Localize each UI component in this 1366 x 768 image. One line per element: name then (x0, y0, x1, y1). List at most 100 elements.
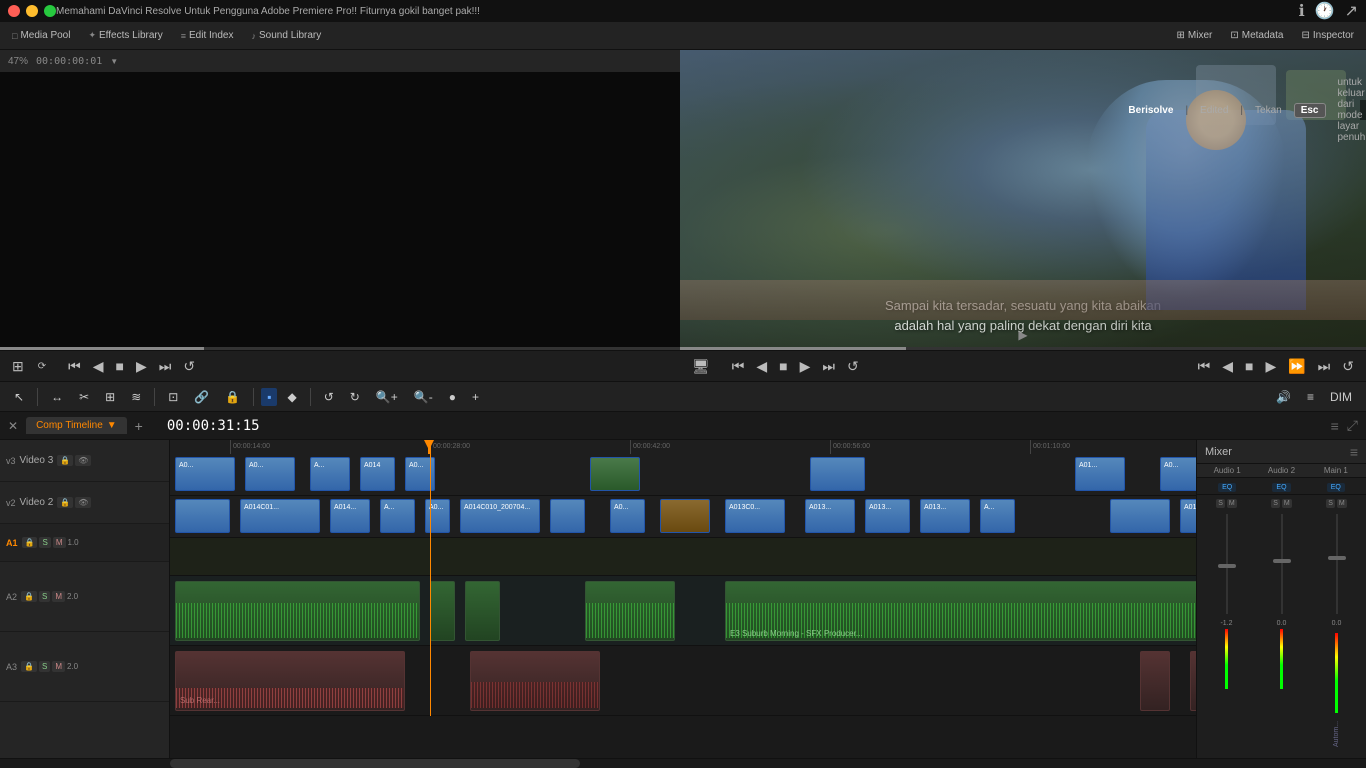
menu-item-sound-library[interactable]: ♪ Sound Library (244, 27, 330, 44)
inspector-button[interactable]: ⊟ Inspector (1293, 27, 1362, 44)
tool-dynamic[interactable]: ≋ (125, 388, 147, 406)
clock-icon[interactable]: 🕐 (1315, 1, 1335, 21)
a2-clip-4[interactable] (585, 581, 675, 641)
tool-zoom-in[interactable]: 🔍+ (370, 388, 404, 406)
menu-item-edit-index[interactable]: ≡ Edit Index (173, 27, 242, 44)
v2-clip-3[interactable]: A014... (330, 499, 370, 533)
a1-s-mixer-btn[interactable]: S (1216, 499, 1225, 508)
a2-s-mixer-btn[interactable]: S (1271, 499, 1280, 508)
tool-dim[interactable]: DIM (1324, 388, 1358, 406)
r-loop-btn2[interactable]: ↺ (1338, 356, 1358, 377)
r-skip-start-btn2[interactable]: ⏮ (1194, 356, 1215, 377)
v3-clip-4[interactable]: A014 (360, 457, 395, 491)
play-btn-left[interactable]: ▶ (132, 356, 151, 377)
stop-btn[interactable]: ■ (112, 356, 128, 376)
a2-clip-3[interactable] (465, 581, 500, 641)
v2-clip-10[interactable]: A013C0... (725, 499, 785, 533)
v2-lock-btn[interactable]: 🔒 (57, 497, 73, 508)
screen-btn[interactable]: ⊞ (8, 356, 28, 377)
r-stop-btn[interactable]: ■ (775, 356, 791, 376)
h-scrollbar-thumb[interactable] (170, 759, 580, 768)
r-prev-btn[interactable]: ◀ (752, 356, 771, 377)
h-scrollbar[interactable] (0, 758, 1366, 768)
a3-clip-1[interactable]: Sub Rear... (175, 651, 405, 711)
a2-m-btn[interactable]: M (52, 591, 65, 602)
a3-lock-btn[interactable]: 🔒 (21, 661, 37, 672)
m1-s-mixer-btn[interactable]: S (1326, 499, 1335, 508)
timeline-options-btn[interactable]: ≡ (1331, 418, 1339, 434)
a3-clip-2[interactable] (470, 651, 600, 711)
v2-clip-9[interactable] (660, 499, 710, 533)
tool-flag[interactable]: ▪ (261, 388, 277, 406)
v3-clip-1[interactable]: A0... (175, 457, 235, 491)
tool-redo[interactable]: ↻ (344, 388, 366, 406)
v3-clip-9[interactable]: A0... (1160, 457, 1196, 491)
a1-m-mixer-btn[interactable]: M (1227, 499, 1237, 508)
v2-clip-12[interactable]: A013... (865, 499, 910, 533)
skip-end-btn[interactable]: ⏭ (155, 356, 176, 377)
v3-clip-6[interactable] (590, 457, 640, 491)
r-skip-end-btn[interactable]: ⏭ (818, 356, 839, 377)
tool-lock[interactable]: 🔒 (219, 388, 246, 406)
v2-clip-16[interactable]: A013C010_2007... (1180, 499, 1196, 533)
a2-clip-1[interactable] (175, 581, 420, 641)
metadata-button[interactable]: ⊡ Metadata (1222, 27, 1291, 44)
add-timeline-btn[interactable]: + (135, 418, 143, 434)
r-loop-btn[interactable]: ↺ (843, 356, 863, 377)
a2-fader-thumb[interactable] (1273, 559, 1291, 563)
tool-vol[interactable]: ≡ (1301, 388, 1320, 406)
tool-cut[interactable]: ✂ (73, 388, 95, 406)
tool-audio[interactable]: 🔊 (1270, 388, 1297, 406)
a1-fader-thumb[interactable] (1218, 564, 1236, 568)
r-prev-btn2[interactable]: ◀ (1218, 356, 1237, 377)
maximize-button[interactable] (44, 5, 56, 17)
v2-clip-8[interactable]: A0... (610, 499, 645, 533)
r-play-btn2[interactable]: ▶ (1261, 356, 1280, 377)
tool-zoom-out[interactable]: 🔍- (408, 388, 439, 406)
dropdown-arrow[interactable]: ▼ (110, 57, 118, 66)
v2-clip-11[interactable]: A013... (805, 499, 855, 533)
r-skip-start-btn[interactable]: ⏮ (728, 356, 749, 377)
skip-start-btn[interactable]: ⏮ (64, 356, 85, 377)
timeline-tab[interactable]: Comp Timeline ▼ (26, 417, 127, 434)
r-play-btn[interactable]: ▶ (796, 356, 815, 377)
tool-snap[interactable]: ⊡ (162, 388, 184, 406)
mixer-options-btn[interactable]: ≡ (1350, 444, 1358, 460)
a2-lock-btn[interactable]: 🔒 (21, 591, 37, 602)
close-timeline-btn[interactable]: ✕ (8, 419, 18, 433)
mixer-button[interactable]: ⊞ Mixer (1169, 27, 1221, 44)
info-icon[interactable]: ℹ (1299, 1, 1305, 21)
close-button[interactable] (8, 5, 20, 17)
v2-clip-14[interactable]: A... (980, 499, 1015, 533)
tool-dot[interactable]: ● (443, 388, 462, 406)
v2-clip-1[interactable] (175, 499, 230, 533)
minimize-button[interactable] (26, 5, 38, 17)
share-icon[interactable]: ↗ (1345, 1, 1358, 21)
m1-fader-thumb[interactable] (1328, 556, 1346, 560)
tool-link[interactable]: 🔗 (188, 388, 215, 406)
tool-multicam[interactable]: ⊞ (99, 388, 121, 406)
r-fwd-btn[interactable]: ⏩ (1284, 356, 1309, 377)
a3-s-btn[interactable]: S (39, 661, 50, 672)
timeline-expand-btn[interactable]: ⤢ (1347, 417, 1358, 434)
monitor-btn[interactable]: 🖥 (688, 356, 714, 377)
m1-m-mixer-btn[interactable]: M (1337, 499, 1347, 508)
v2-clip-13[interactable]: A013... (920, 499, 970, 533)
r-skip-end-btn2[interactable]: ⏭ (1314, 356, 1335, 377)
v3-clip-3[interactable]: A... (310, 457, 350, 491)
loop-btn[interactable]: ⟳ (34, 359, 50, 374)
r-stop-btn2[interactable]: ■ (1241, 356, 1257, 376)
tool-marker[interactable]: ◆ (281, 388, 302, 406)
a3-clip-4[interactable] (1190, 651, 1196, 711)
v2-clip-15[interactable] (1110, 499, 1170, 533)
v2-clip-6[interactable]: A014C010_200704... (460, 499, 540, 533)
tool-undo[interactable]: ↺ (318, 388, 340, 406)
v3-lock-btn[interactable]: 🔒 (57, 455, 73, 466)
a2-s-btn[interactable]: S (39, 591, 50, 602)
tool-plus[interactable]: + (466, 388, 485, 406)
v3-clip-2[interactable]: A0... (245, 457, 295, 491)
a1-m-btn[interactable]: M (53, 537, 66, 548)
a3-m-btn[interactable]: M (52, 661, 65, 672)
tracks-content[interactable]: 00:00:14:00 00:00:28:00 00:00:42:00 00:0… (170, 440, 1196, 758)
tool-trim[interactable]: ↔ (45, 388, 69, 406)
